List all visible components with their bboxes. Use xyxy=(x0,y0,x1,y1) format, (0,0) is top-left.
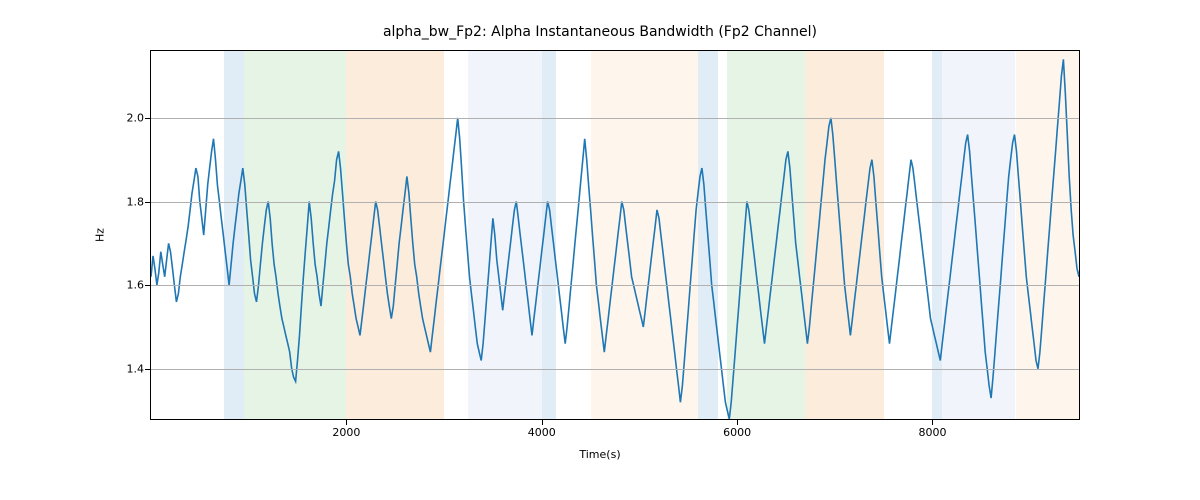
y-tick-mark xyxy=(145,118,150,119)
data-line xyxy=(151,59,1079,419)
y-tick-label: 1.8 xyxy=(104,195,144,208)
y-tick-label: 1.6 xyxy=(104,279,144,292)
y-axis-label: Hz xyxy=(94,228,107,242)
x-tick-mark xyxy=(932,420,933,425)
y-tick-mark xyxy=(145,202,150,203)
gridline xyxy=(151,202,1079,203)
y-tick-mark xyxy=(145,369,150,370)
x-tick-mark xyxy=(542,420,543,425)
y-tick-mark xyxy=(145,285,150,286)
x-tick-label: 2000 xyxy=(332,426,360,439)
plot-area xyxy=(150,50,1080,420)
x-tick-mark xyxy=(346,420,347,425)
x-axis-label: Time(s) xyxy=(0,448,1200,461)
gridline xyxy=(151,369,1079,370)
x-tick-label: 6000 xyxy=(723,426,751,439)
y-tick-label: 1.4 xyxy=(104,362,144,375)
x-tick-label: 4000 xyxy=(528,426,556,439)
chart-figure: alpha_bw_Fp2: Alpha Instantaneous Bandwi… xyxy=(0,0,1200,500)
chart-title: alpha_bw_Fp2: Alpha Instantaneous Bandwi… xyxy=(0,24,1200,40)
line-series xyxy=(151,51,1079,419)
x-tick-mark xyxy=(737,420,738,425)
gridline xyxy=(151,285,1079,286)
x-tick-label: 8000 xyxy=(918,426,946,439)
gridline xyxy=(151,118,1079,119)
y-tick-label: 2.0 xyxy=(104,111,144,124)
